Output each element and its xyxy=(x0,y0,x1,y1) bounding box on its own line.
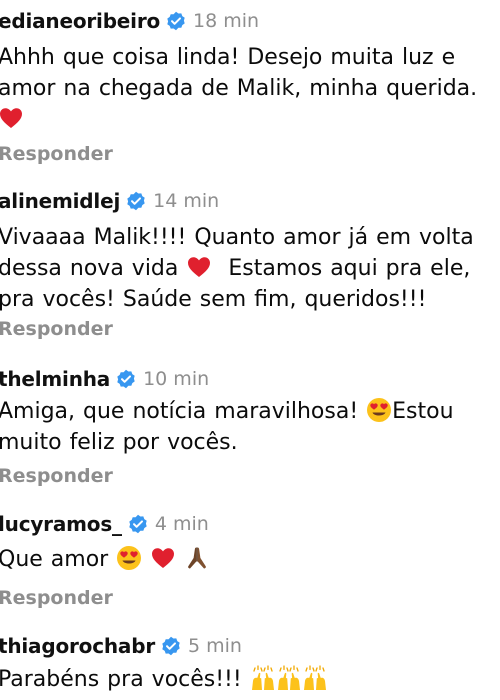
reply-button[interactable]: Responder xyxy=(0,464,113,488)
comment-text: Parabéns pra vocês!!! xyxy=(0,664,496,695)
verified-badge-icon xyxy=(116,369,136,389)
comment-line: muito feliz por vocês. xyxy=(0,430,238,455)
verified-badge-icon xyxy=(126,191,146,211)
comment-text: Ahhh que coisa linda! Desejo muita luz e… xyxy=(0,42,496,135)
comment-username[interactable]: thiagorochabr xyxy=(0,633,155,659)
comment-time: 18 min xyxy=(193,10,260,32)
comment-username[interactable]: thelminha xyxy=(0,366,110,392)
comment-username[interactable]: edianeoribeiro xyxy=(0,8,160,34)
raising-hands-emoji-icon xyxy=(250,665,276,691)
comment-time: 4 min xyxy=(154,513,209,535)
verified-badge-icon xyxy=(161,636,181,656)
comment-header: alinemidlej 14 min xyxy=(0,188,219,214)
comment-line: pra vocês! Saúde sem fim, queridos!!! xyxy=(0,287,427,312)
comment-line: amor na chegada de Malik, minha querida. xyxy=(0,76,478,101)
comment-line: dessa nova vida xyxy=(0,256,179,281)
verified-badge-icon xyxy=(128,514,148,534)
comment-header: thelminha 10 min xyxy=(0,366,209,392)
comment-text: Vivaaaa Malik!!!! Quanto amor já em volt… xyxy=(0,222,496,315)
verified-badge-icon xyxy=(166,11,186,31)
comment-line: Que amor xyxy=(0,547,109,572)
comment-line: Ahhh que coisa linda! Desejo muita luz e xyxy=(0,45,456,70)
reply-button[interactable]: Responder xyxy=(0,142,113,166)
comment-line: Amiga, que notícia maravilhosa! xyxy=(0,399,359,424)
comment-line: Parabéns pra vocês!!! xyxy=(0,667,242,692)
heart-emoji-icon xyxy=(186,254,212,280)
comment-header: lucyramos_ 4 min xyxy=(0,511,209,537)
comment-username[interactable]: lucyramos_ xyxy=(0,511,122,537)
comment-header: edianeoribeiro 18 min xyxy=(0,8,259,34)
praying-hands-emoji-icon xyxy=(184,545,210,571)
raising-hands-emoji-icon xyxy=(276,665,302,691)
comment-line: Estamos aqui pra ele, xyxy=(228,256,471,281)
reply-button[interactable]: Responder xyxy=(0,317,113,341)
heart-emoji-icon xyxy=(150,545,176,571)
comment-username[interactable]: alinemidlej xyxy=(0,188,120,214)
comment-text: Que amor xyxy=(0,544,496,575)
comment-header: thiagorochabr 5 min xyxy=(0,633,242,659)
comment-line: Vivaaaa Malik!!!! Quanto amor já em volt… xyxy=(0,225,474,250)
comment-time: 10 min xyxy=(143,368,210,390)
comment-time: 14 min xyxy=(153,190,220,212)
comment-text: Amiga, que notícia maravilhosa! Estou mu… xyxy=(0,396,496,458)
reply-button[interactable]: Responder xyxy=(0,586,113,610)
comment-time: 5 min xyxy=(187,635,242,657)
heart-eyes-emoji-icon xyxy=(116,545,142,571)
raising-hands-emoji-icon xyxy=(302,665,328,691)
heart-eyes-emoji-icon xyxy=(366,397,392,423)
comment-line: Estou xyxy=(392,399,454,424)
heart-emoji-icon xyxy=(0,105,24,131)
